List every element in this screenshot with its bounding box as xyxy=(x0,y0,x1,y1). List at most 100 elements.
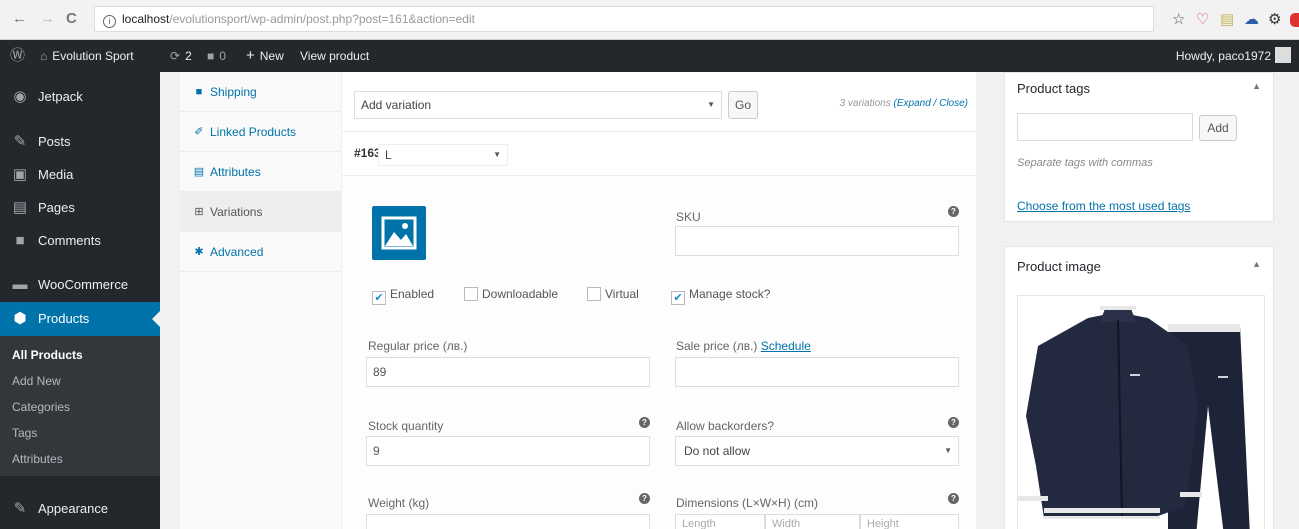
view-product-link[interactable]: View product xyxy=(300,40,369,72)
expand-close-link[interactable]: (Expand / Close) xyxy=(894,98,968,109)
variation-image-upload[interactable] xyxy=(372,206,426,260)
menu-media[interactable]: ▣ Media xyxy=(0,158,160,192)
menu-products[interactable]: ⬢ Products xyxy=(0,302,160,336)
cloud-extension-icon[interactable]: ☁ xyxy=(1244,10,1259,28)
wp-admin-bar: Ⓦ ⌂ Evolution Sport ⟳ 2 ■ 0 + New View produ… xyxy=(0,40,1299,72)
variation-fields: SKU ? ✔ Enabled Downloadable Virtual ✔ Man… xyxy=(342,176,976,529)
comments-count: 0 xyxy=(219,49,226,63)
submenu-categories[interactable]: Categories xyxy=(12,400,70,414)
account-menu[interactable]: Howdy, paco1972 xyxy=(1176,40,1291,72)
menu-posts[interactable]: ✎ Posts xyxy=(0,125,160,159)
back-icon[interactable]: ← xyxy=(12,10,27,27)
url-path: /evolutionsport/wp-admin/post.php?post=1… xyxy=(169,12,475,26)
height-input[interactable]: Height xyxy=(860,514,959,529)
weight-input[interactable] xyxy=(366,514,650,529)
submenu-all-products[interactable]: All Products xyxy=(12,348,83,362)
regular-price-input[interactable]: 89 xyxy=(366,357,650,387)
variations-toolbar: Add variation ▼ Go 3 variations (Expand /… xyxy=(342,72,976,132)
downloadable-checkbox[interactable]: Downloadable xyxy=(464,287,558,301)
info-icon[interactable]: i xyxy=(103,15,116,28)
sku-label: SKU xyxy=(676,210,701,224)
collapse-icon[interactable]: ▲ xyxy=(1252,81,1261,91)
variation-header[interactable]: #163 L ▼ xyxy=(342,132,976,176)
menu-label: WooCommerce xyxy=(38,277,129,292)
woo-icon: ▬ xyxy=(12,276,28,293)
allow-backorders-label: Allow backorders? xyxy=(676,419,775,433)
heart-extension-icon[interactable]: ♡ xyxy=(1196,10,1209,28)
menu-label: Products xyxy=(38,311,90,326)
length-input[interactable]: Length xyxy=(675,514,765,529)
allow-backorders-select[interactable]: Do not allow ▼ xyxy=(675,436,959,466)
tab-label: Linked Products xyxy=(210,125,297,139)
help-icon: ? xyxy=(639,417,650,428)
product-image-box: Product image ▲ xyxy=(1004,246,1274,529)
product-image[interactable] xyxy=(1017,295,1265,529)
menu-pages[interactable]: ▤ Pages xyxy=(0,191,160,225)
tab-attributes[interactable]: ▤ Attributes xyxy=(180,152,342,192)
collapse-icon[interactable]: ▲ xyxy=(1252,259,1261,269)
manage-stock-checkbox[interactable]: ✔ Manage stock? xyxy=(671,287,770,305)
menu-appearance[interactable]: ✎ Appearance xyxy=(0,492,160,526)
tab-variations[interactable]: ⊞ Variations xyxy=(180,192,342,232)
reload-icon[interactable]: C xyxy=(66,10,77,27)
stock-quantity-input[interactable]: 9 xyxy=(366,436,650,466)
checkbox-empty-icon xyxy=(464,287,478,301)
enabled-checkbox[interactable]: ✔ Enabled xyxy=(372,287,434,305)
menu-extension-icon[interactable] xyxy=(1290,13,1299,27)
schedule-link[interactable]: Schedule xyxy=(761,339,811,353)
submenu-tags[interactable]: Tags xyxy=(12,426,37,440)
tags-hint: Separate tags with commas xyxy=(1017,157,1153,169)
dropdown-arrow-icon: ▼ xyxy=(944,446,952,455)
wordpress-logo-icon[interactable]: Ⓦ xyxy=(10,40,25,72)
go-button[interactable]: Go xyxy=(728,91,758,119)
browser-toolbar: ← → C i localhost/evolutionsport/wp-admin… xyxy=(0,0,1299,40)
updates-link[interactable]: ⟳ 2 xyxy=(170,40,192,72)
tab-advanced[interactable]: ✱ Advanced xyxy=(180,232,342,272)
submenu-attributes[interactable]: Attributes xyxy=(12,452,63,466)
add-tag-button[interactable]: Add xyxy=(1199,115,1237,141)
menu-label: Comments xyxy=(38,233,101,248)
sale-price-input[interactable] xyxy=(675,357,959,387)
media-icon: ▣ xyxy=(12,166,28,183)
forward-icon[interactable]: → xyxy=(40,10,55,27)
dimensions-label: Dimensions (L×W×H) (cm) xyxy=(676,496,819,510)
regular-price-label: Regular price (лв.) xyxy=(368,339,468,353)
tracksuit-image xyxy=(1018,306,1250,529)
gear-icon: ✱ xyxy=(194,246,204,258)
help-icon: ? xyxy=(948,493,959,504)
menu-woocommerce[interactable]: ▬ WooCommerce xyxy=(0,268,160,302)
brush-icon: ✎ xyxy=(13,500,27,517)
tab-shipping[interactable]: ■ Shipping xyxy=(180,72,342,112)
products-submenu: All Products Add New Categories Tags Att… xyxy=(0,336,160,476)
new-content-link[interactable]: + New xyxy=(246,40,284,72)
site-name: Evolution Sport xyxy=(52,49,134,63)
size-value: L xyxy=(385,148,392,162)
avatar xyxy=(1275,47,1291,63)
sku-input[interactable] xyxy=(675,226,959,256)
add-variation-select[interactable]: Add variation ▼ xyxy=(354,91,722,119)
updates-count: 2 xyxy=(185,49,192,63)
menu-comments[interactable]: ■ Comments xyxy=(0,224,160,258)
bookmark-star-icon[interactable]: ☆ xyxy=(1172,10,1185,28)
most-used-tags-link[interactable]: Choose from the most used tags xyxy=(1017,199,1190,213)
tag-input[interactable] xyxy=(1017,113,1193,141)
tab-linked-products[interactable]: ✐ Linked Products xyxy=(180,112,342,152)
address-bar[interactable]: i localhost/evolutionsport/wp-admin/post.… xyxy=(94,6,1154,32)
site-name-link[interactable]: ⌂ Evolution Sport xyxy=(40,40,134,72)
checkbox-checked-icon: ✔ xyxy=(671,291,685,305)
checkbox-empty-icon xyxy=(587,287,601,301)
variations-panel: Add variation ▼ Go 3 variations (Expand /… xyxy=(342,72,976,529)
submenu-add-new[interactable]: Add New xyxy=(12,374,61,388)
home-icon: ⌂ xyxy=(40,49,48,63)
sale-price-label: Sale price (лв.) Schedule xyxy=(676,339,811,353)
settings-extension-icon[interactable]: ⚙ xyxy=(1268,10,1281,28)
refresh-icon: ⟳ xyxy=(170,49,181,63)
notes-extension-icon[interactable]: ▤ xyxy=(1220,10,1234,28)
menu-jetpack[interactable]: ◉ Jetpack xyxy=(0,80,160,114)
truck-icon: ■ xyxy=(195,86,203,98)
list-icon: ▤ xyxy=(193,166,205,178)
width-input[interactable]: Width xyxy=(765,514,860,529)
virtual-checkbox[interactable]: Virtual xyxy=(587,287,639,301)
variation-size-select[interactable]: L ▼ xyxy=(378,144,508,166)
comments-link[interactable]: ■ 0 xyxy=(207,40,226,72)
